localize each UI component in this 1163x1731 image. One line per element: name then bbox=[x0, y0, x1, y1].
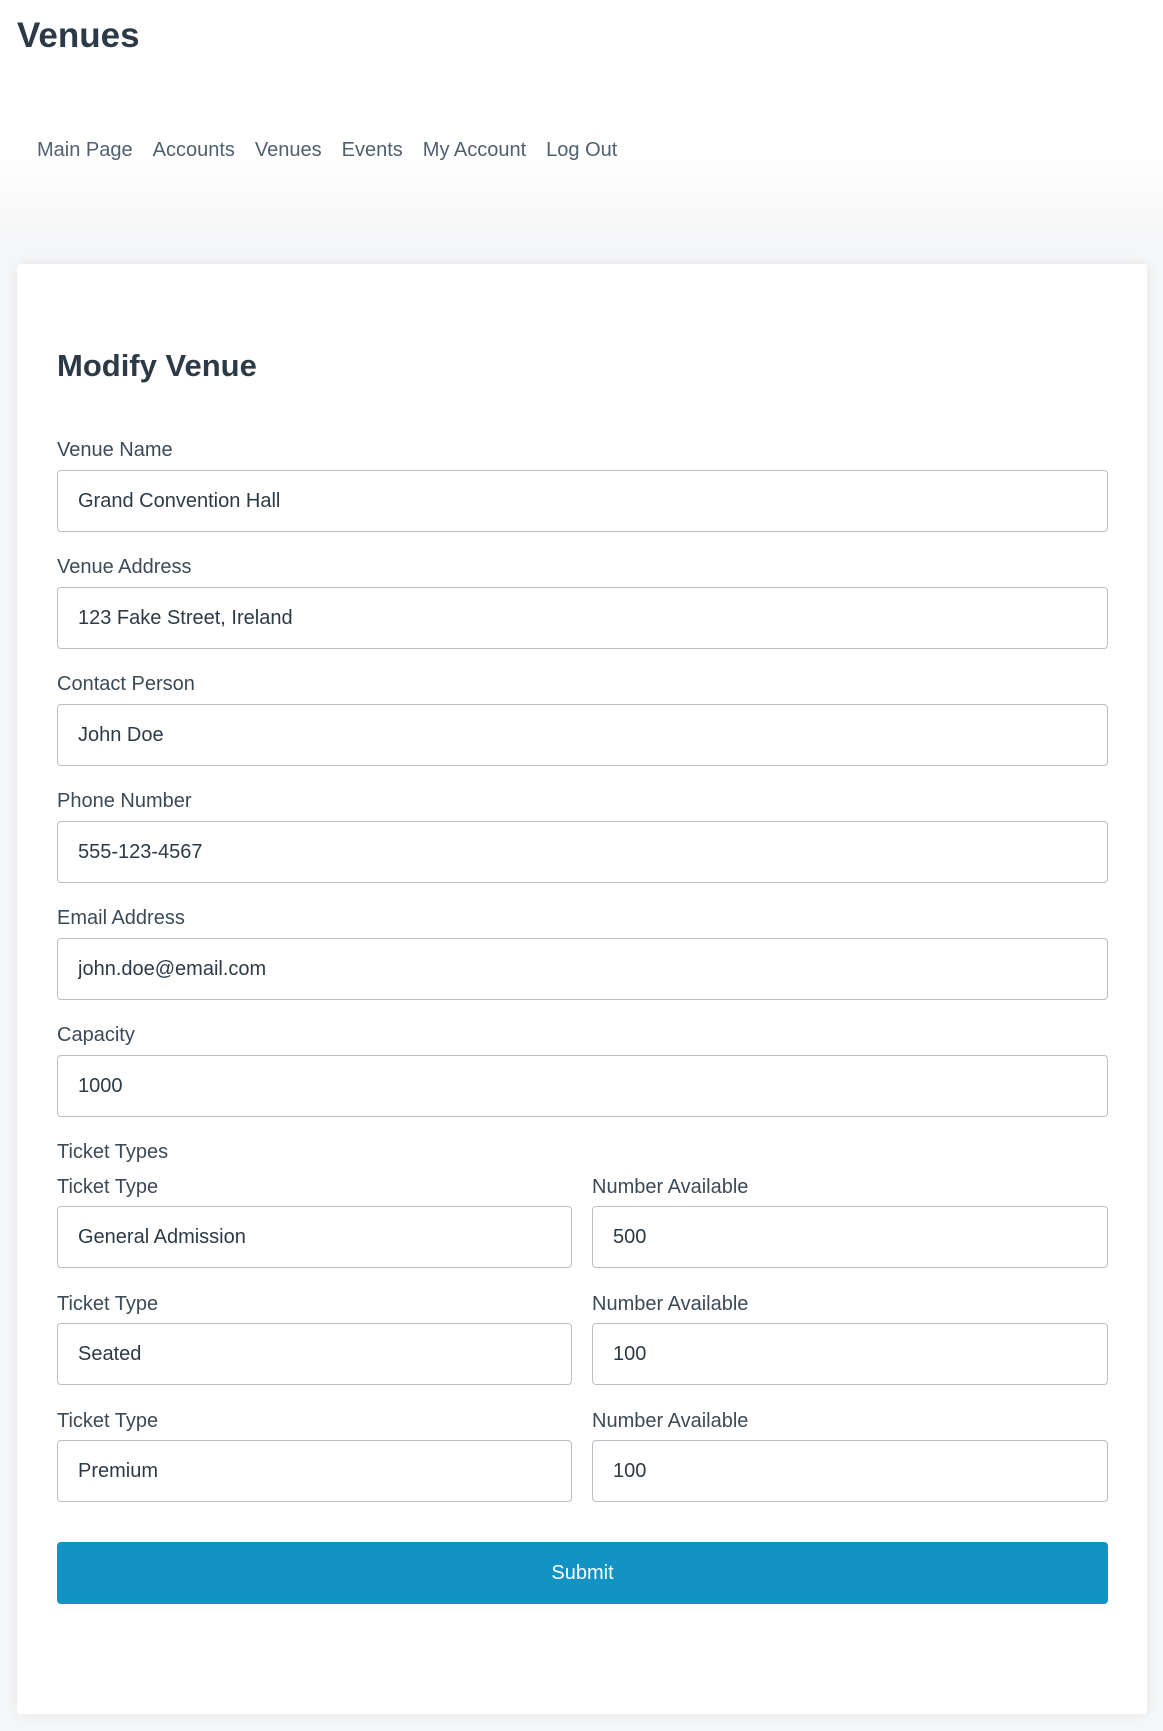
ticket-type-input[interactable] bbox=[57, 1440, 572, 1502]
site-header: Venues Main Page Accounts Venues Events … bbox=[0, 0, 1163, 240]
ticket-type-label: Ticket Type bbox=[57, 1176, 159, 1198]
phone-number-label: Phone Number bbox=[57, 790, 192, 812]
nav-link-my-account[interactable]: My Account bbox=[423, 136, 526, 164]
number-available-label: Number Available bbox=[592, 1176, 749, 1198]
email-address-label: Email Address bbox=[57, 907, 185, 929]
main-nav: Main Page Accounts Venues Events My Acco… bbox=[37, 136, 637, 164]
nav-link-main-page[interactable]: Main Page bbox=[37, 136, 133, 164]
capacity-label: Capacity bbox=[57, 1024, 135, 1046]
number-available-input[interactable] bbox=[592, 1323, 1108, 1385]
number-available-input[interactable] bbox=[592, 1206, 1108, 1268]
phone-number-input[interactable] bbox=[57, 821, 1108, 883]
venue-name-input[interactable] bbox=[57, 470, 1108, 532]
form-title: Modify Venue bbox=[57, 348, 257, 383]
capacity-input[interactable] bbox=[57, 1055, 1108, 1117]
ticket-type-label: Ticket Type bbox=[57, 1293, 159, 1315]
email-address-input[interactable] bbox=[57, 938, 1108, 1000]
submit-button[interactable]: Submit bbox=[57, 1542, 1108, 1604]
number-available-input[interactable] bbox=[592, 1440, 1108, 1502]
nav-link-events[interactable]: Events bbox=[342, 136, 403, 164]
nav-link-log-out[interactable]: Log Out bbox=[546, 136, 617, 164]
contact-person-label: Contact Person bbox=[57, 673, 195, 695]
ticket-type-input[interactable] bbox=[57, 1206, 572, 1268]
ticket-types-heading: Ticket Types bbox=[57, 1141, 169, 1163]
nav-link-venues[interactable]: Venues bbox=[255, 136, 322, 164]
ticket-type-label: Ticket Type bbox=[57, 1410, 159, 1432]
contact-person-input[interactable] bbox=[57, 704, 1108, 766]
modify-venue-card: Modify Venue Venue Name Venue Address Co… bbox=[17, 264, 1147, 1714]
venue-name-label: Venue Name bbox=[57, 439, 173, 461]
page-title: Venues bbox=[17, 16, 140, 55]
number-available-label: Number Available bbox=[592, 1293, 749, 1315]
ticket-type-input[interactable] bbox=[57, 1323, 572, 1385]
venue-address-input[interactable] bbox=[57, 587, 1108, 649]
venue-address-label: Venue Address bbox=[57, 556, 192, 578]
number-available-label: Number Available bbox=[592, 1410, 749, 1432]
nav-link-accounts[interactable]: Accounts bbox=[153, 136, 235, 164]
